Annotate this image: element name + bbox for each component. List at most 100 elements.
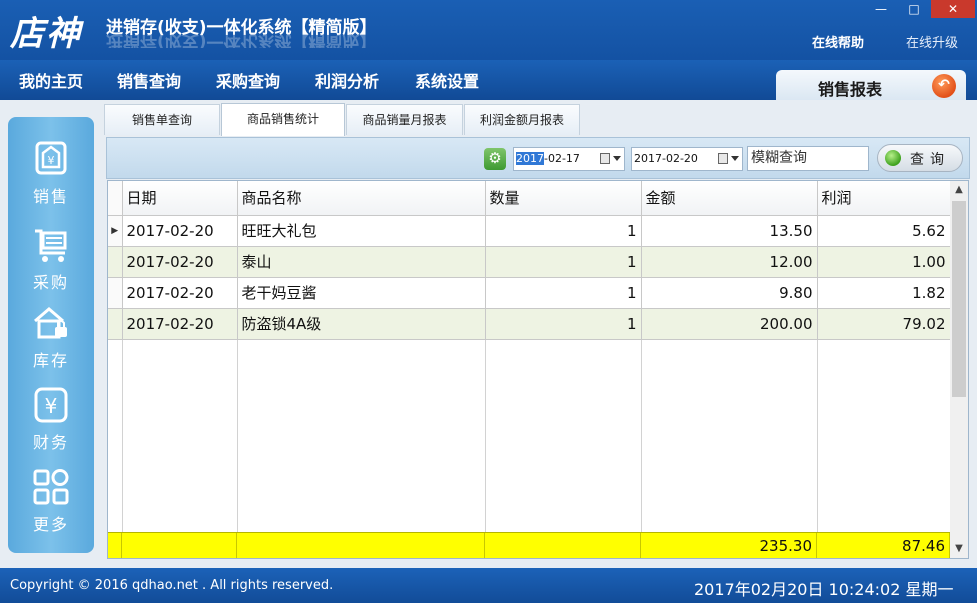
table-row[interactable]: ▶ 2017-02-20 旺旺大礼包 1 13.50 5.62 bbox=[108, 215, 951, 247]
maximize-button[interactable]: □ bbox=[897, 0, 931, 18]
current-datetime: 2017年02月20日 10:24:02 星期一 bbox=[694, 580, 954, 599]
copyright-text: Copyright © 2016 qdhao.net . All rights … bbox=[10, 578, 334, 593]
app-title-reflection: 进销存(收支)一体化系统【精简版】 bbox=[106, 34, 377, 48]
title-bar: 店神 进销存(收支)一体化系统【精简版】 进销存(收支)一体化系统【精简版】 —… bbox=[0, 0, 977, 60]
app-logo: 店神 bbox=[10, 14, 82, 54]
column-header-quantity[interactable]: 数量 bbox=[485, 181, 642, 216]
tab-sales-order-query[interactable]: 销售单查询 bbox=[104, 104, 220, 135]
table-row[interactable]: 2017-02-20 老干妈豆酱 1 9.80 1.82 bbox=[108, 277, 951, 309]
total-cell-name bbox=[237, 533, 485, 558]
scroll-thumb[interactable] bbox=[952, 201, 966, 397]
sidebar-item-inventory[interactable]: 库存 bbox=[8, 303, 94, 371]
total-cell-date bbox=[122, 533, 237, 558]
vertical-scrollbar[interactable]: ▲ ▼ bbox=[950, 181, 968, 558]
table-row[interactable]: 2017-02-20 泰山 1 12.00 1.00 bbox=[108, 246, 951, 278]
sidebar: ¥ 销售 采购 库存 ¥ 财务 更多 bbox=[8, 117, 94, 553]
total-profit: 87.46 bbox=[817, 533, 950, 558]
cell-date[interactable]: 2017-02-20 bbox=[122, 246, 238, 278]
cell-amount[interactable]: 12.00 bbox=[641, 246, 818, 278]
grid-icon bbox=[33, 469, 69, 505]
data-table: 日期 商品名称 数量 金额 利润 ▶ 2017-02-20 旺旺大礼包 1 13… bbox=[108, 181, 951, 340]
sales-icon: ¥ bbox=[35, 141, 67, 175]
cell-quantity[interactable]: 1 bbox=[485, 277, 642, 309]
cell-product-name[interactable]: 老干妈豆酱 bbox=[237, 277, 486, 309]
tab-product-sales-stats[interactable]: 商品销售统计 bbox=[221, 103, 345, 136]
scroll-up-icon[interactable]: ▲ bbox=[950, 181, 968, 199]
query-button-label: 查询 bbox=[910, 152, 950, 168]
online-upgrade-link[interactable]: 在线升级 bbox=[906, 32, 958, 51]
column-divider bbox=[817, 340, 818, 532]
cell-quantity[interactable]: 1 bbox=[485, 308, 642, 340]
total-cell-qty bbox=[485, 533, 641, 558]
back-icon[interactable]: ↶ bbox=[932, 74, 956, 98]
cell-date[interactable]: 2017-02-20 bbox=[122, 308, 238, 340]
settings-gear-icon[interactable]: ⚙ bbox=[484, 148, 506, 170]
warehouse-icon bbox=[34, 307, 67, 339]
sidebar-item-label: 财务 bbox=[32, 433, 69, 452]
close-button[interactable]: ✕ bbox=[931, 0, 975, 18]
sidebar-item-purchase[interactable]: 采购 bbox=[8, 225, 94, 293]
sales-report-tab[interactable]: 销售报表 ↶ bbox=[776, 70, 966, 102]
column-divider bbox=[641, 340, 642, 532]
menu-item-system-settings[interactable]: 系统设置 bbox=[415, 68, 479, 92]
row-header-corner bbox=[108, 181, 123, 216]
table-header-row: 日期 商品名称 数量 金额 利润 bbox=[108, 181, 951, 216]
cell-amount[interactable]: 13.50 bbox=[641, 215, 818, 247]
column-header-amount[interactable]: 金额 bbox=[641, 181, 818, 216]
report-title: 销售报表 bbox=[818, 80, 883, 99]
empty-grid-area bbox=[108, 340, 950, 532]
tab-monthly-profit[interactable]: 利润金额月报表 bbox=[464, 104, 580, 135]
column-header-product-name[interactable]: 商品名称 bbox=[237, 181, 486, 216]
cart-icon bbox=[35, 229, 67, 262]
menu-item-sales-query[interactable]: 销售查询 bbox=[117, 68, 181, 92]
cell-profit[interactable]: 79.02 bbox=[817, 308, 951, 340]
sidebar-item-sales[interactable]: ¥ 销售 bbox=[8, 139, 94, 207]
yen-icon: ¥ bbox=[34, 387, 68, 423]
svg-text:¥: ¥ bbox=[45, 394, 58, 418]
status-light-icon bbox=[885, 150, 901, 166]
total-row-header bbox=[108, 533, 122, 558]
cell-product-name[interactable]: 防盗锁4A级 bbox=[237, 308, 486, 340]
cell-quantity[interactable]: 1 bbox=[485, 215, 642, 247]
query-button[interactable]: 查询 bbox=[877, 144, 963, 172]
menu-item-profit-analysis[interactable]: 利润分析 bbox=[315, 68, 379, 92]
fuzzy-search-input[interactable]: 模糊查询 bbox=[747, 146, 869, 171]
column-header-date[interactable]: 日期 bbox=[122, 181, 238, 216]
total-amount: 235.30 bbox=[641, 533, 817, 558]
cell-product-name[interactable]: 旺旺大礼包 bbox=[237, 215, 486, 247]
cell-profit[interactable]: 1.00 bbox=[817, 246, 951, 278]
chevron-down-icon[interactable] bbox=[613, 156, 621, 161]
menu-item-purchase-query[interactable]: 采购查询 bbox=[216, 68, 280, 92]
column-header-profit[interactable]: 利润 bbox=[817, 181, 951, 216]
row-header bbox=[108, 277, 123, 309]
tab-monthly-sales-volume[interactable]: 商品销量月报表 bbox=[346, 104, 463, 135]
cell-quantity[interactable]: 1 bbox=[485, 246, 642, 278]
cell-product-name[interactable]: 泰山 bbox=[237, 246, 486, 278]
table-row[interactable]: 2017-02-20 防盗锁4A级 1 200.00 79.02 bbox=[108, 308, 951, 340]
sidebar-item-label: 更多 bbox=[32, 515, 69, 534]
online-help-link[interactable]: 在线帮助 bbox=[812, 32, 864, 51]
calendar-icon bbox=[718, 153, 728, 164]
filter-toolbar: ⚙ 2017-02-17 2017-02-20 模糊查询 查询 bbox=[106, 137, 970, 179]
sidebar-item-label: 采购 bbox=[32, 273, 69, 292]
cell-profit[interactable]: 1.82 bbox=[817, 277, 951, 309]
cell-amount[interactable]: 9.80 bbox=[641, 277, 818, 309]
column-divider bbox=[485, 340, 486, 532]
sidebar-item-finance[interactable]: ¥ 财务 bbox=[8, 385, 94, 453]
date-from-picker[interactable]: 2017-02-17 bbox=[513, 147, 625, 171]
date-from-selected: 2017 bbox=[516, 152, 544, 165]
date-to-picker[interactable]: 2017-02-20 bbox=[631, 147, 743, 171]
sidebar-item-label: 库存 bbox=[32, 351, 69, 370]
minimize-button[interactable]: — bbox=[864, 0, 898, 18]
scroll-down-icon[interactable]: ▼ bbox=[950, 540, 968, 558]
sidebar-item-more[interactable]: 更多 bbox=[8, 467, 94, 535]
chevron-down-icon[interactable] bbox=[731, 156, 739, 161]
cell-date[interactable]: 2017-02-20 bbox=[122, 277, 238, 309]
menu-item-home[interactable]: 我的主页 bbox=[19, 68, 83, 92]
cell-amount[interactable]: 200.00 bbox=[641, 308, 818, 340]
calendar-icon bbox=[600, 153, 610, 164]
cell-profit[interactable]: 5.62 bbox=[817, 215, 951, 247]
cell-date[interactable]: 2017-02-20 bbox=[122, 215, 238, 247]
column-divider bbox=[237, 340, 238, 532]
date-from-rest: -02-17 bbox=[544, 152, 580, 165]
